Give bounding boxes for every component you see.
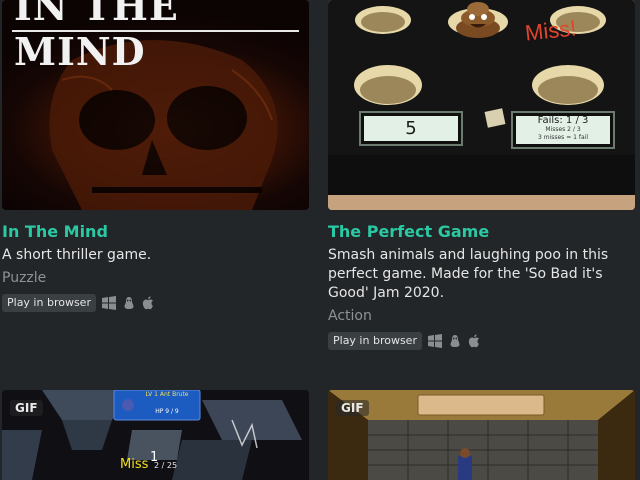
game-card-in-the-mind: IN THE MIND In The Mind A short thriller… — [2, 0, 309, 312]
windows-icon — [427, 334, 442, 348]
game-description: A short thriller game. — [2, 247, 152, 263]
game-genre: Action — [328, 308, 372, 324]
play-in-browser-badge[interactable]: Play in browser — [2, 294, 96, 312]
game-title[interactable]: The Perfect Game — [328, 222, 635, 242]
miss-popup-text: Miss! — [523, 15, 578, 46]
enemy-hp-label: HP 9 / 9 — [155, 408, 179, 415]
linux-icon — [450, 335, 460, 347]
game-card-stone-room: GIF — [328, 390, 635, 480]
stone-room-artwork — [328, 390, 635, 480]
game-card-dungeon: GIF LV 1 Ant Brute HP 9 / 9 Miss 1 2 / 2… — [2, 390, 309, 480]
player-hp-label: 2 / 25 — [154, 461, 178, 470]
enemy-name-label: LV 1 Ant Brute — [145, 391, 189, 398]
apple-icon — [142, 296, 153, 310]
platform-row: Play in browser — [328, 332, 635, 350]
misses-counter: Misses 2 / 3 — [545, 126, 581, 133]
game-thumbnail[interactable]: Miss! 5 Fails: 1 / 3 Misses 2 / 3 3 miss… — [328, 0, 635, 210]
game-genre: Puzzle — [2, 270, 47, 286]
game-thumbnail[interactable]: IN THE MIND — [2, 0, 309, 210]
game-card-the-perfect-game: Miss! 5 Fails: 1 / 3 Misses 2 / 3 3 miss… — [328, 0, 635, 350]
miss-popup-text: Miss — [120, 457, 149, 472]
apple-icon — [468, 334, 479, 348]
windows-icon — [101, 296, 116, 310]
play-in-browser-badge[interactable]: Play in browser — [328, 332, 422, 350]
thumbnail-title-underline — [12, 30, 299, 32]
thumbnail-title-text: IN THE MIND — [14, 0, 179, 74]
gif-badge: GIF — [10, 400, 43, 416]
game-thumbnail[interactable]: GIF LV 1 Ant Brute HP 9 / 9 Miss 1 2 / 2… — [2, 390, 309, 480]
score-display: 5 — [405, 118, 417, 139]
game-description: Smash animals and laughing poo in this p… — [328, 247, 609, 301]
game-thumbnail[interactable]: GIF — [328, 390, 635, 480]
linux-icon — [124, 297, 134, 309]
misses-rule-text: 3 misses = 1 fail — [538, 134, 588, 141]
gif-badge: GIF — [336, 400, 369, 416]
whack-game-artwork — [328, 0, 635, 210]
game-title[interactable]: In The Mind — [2, 222, 309, 242]
platform-row: Play in browser — [2, 294, 309, 312]
